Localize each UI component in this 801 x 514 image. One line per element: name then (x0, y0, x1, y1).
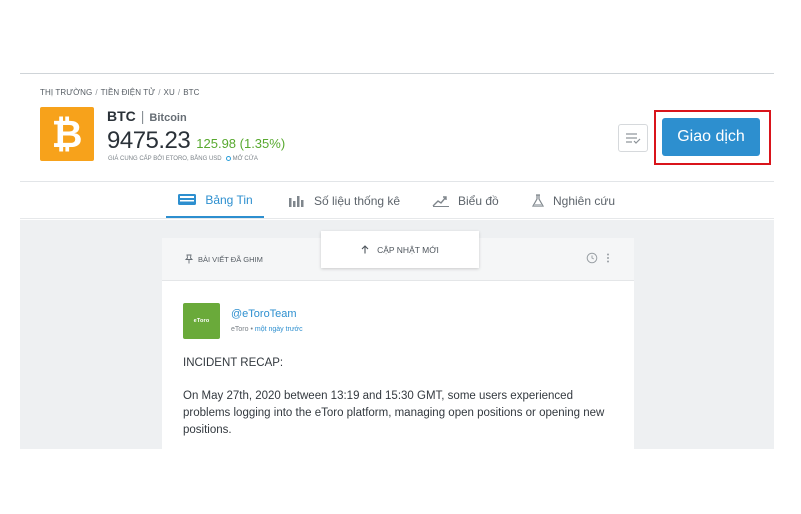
trade-button[interactable]: Giao dịch (662, 118, 760, 156)
chart-icon (432, 195, 450, 207)
breadcrumb-current: BTC (183, 88, 200, 97)
watchlist-button[interactable] (618, 124, 648, 152)
author-avatar[interactable]: eToro (183, 303, 220, 339)
post-card: eToro @eToroTeam eToro • một ngày trước … (162, 281, 634, 449)
tab-statistics[interactable]: Số liệu thống kê (288, 183, 400, 218)
arrow-up-icon (361, 245, 369, 254)
history-clock-icon[interactable] (586, 252, 598, 264)
tab-research-label: Nghiên cứu (553, 193, 616, 208)
pinned-actions (586, 252, 610, 264)
watchlist-icon (626, 133, 641, 144)
new-updates-button[interactable]: CẬP NHẬT MỚI (321, 231, 479, 268)
price-row: 9475.23 125.98 (1.35%) (107, 127, 285, 155)
tab-bar: Bảng Tin Số liệu thống kê Biểu đồ Nghiên… (20, 183, 774, 219)
post-author[interactable]: @eToroTeam (231, 308, 297, 320)
breadcrumb-crypto[interactable]: TIỀN ĐIỆN TỬ (101, 88, 156, 97)
instrument-name: Bitcoin (149, 112, 187, 124)
post-paragraph: INCIDENT RECAP: (183, 357, 284, 369)
pinned-label: BÀI VIẾT ĐÃ GHIM (184, 254, 263, 264)
breadcrumb-markets[interactable]: THỊ TRƯỜNG (40, 88, 92, 97)
price-source-note: GIÁ CUNG CẤP BỞI ETORO, BẰNG USD MỞ CỬA (108, 156, 258, 163)
market-status: MỞ CỬA (232, 156, 258, 163)
app-frame: THỊ TRƯỜNG / TIỀN ĐIỆN TỬ / XU / BTC ₿ BTC | Bit… (20, 73, 774, 449)
tab-chart-label: Biểu đồ (458, 193, 499, 208)
price-change: 125.98 (1.35%) (196, 136, 286, 151)
research-flask-icon (531, 193, 545, 208)
breadcrumb-coins[interactable]: XU (164, 88, 175, 97)
tab-statistics-label: Số liệu thống kê (314, 193, 401, 208)
post-paragraph: On May 27th, 2020 between 13:19 and 15:3… (183, 390, 605, 436)
bitcoin-logo-icon: ₿ (40, 107, 94, 161)
pin-icon (184, 254, 194, 264)
tab-research[interactable]: Nghiên cứu (531, 183, 615, 218)
instrument-symbol: BTC (107, 108, 136, 124)
tab-chart[interactable]: Biểu đồ (432, 183, 499, 218)
news-feed-icon (177, 193, 197, 206)
post-time[interactable]: một ngày trước (255, 326, 303, 333)
current-price: 9475.23 (107, 127, 191, 154)
stats-icon (288, 195, 306, 207)
tab-news-feed[interactable]: Bảng Tin (166, 183, 264, 218)
market-open-icon (225, 156, 231, 161)
instrument-title: BTC | Bitcoin (107, 108, 187, 124)
instrument-header: THỊ TRƯỜNG / TIỀN ĐIỆN TỬ / XU / BTC ₿ BTC | Bit… (20, 74, 774, 182)
tab-news-feed-label: Bảng Tin (205, 192, 253, 207)
breadcrumb: THỊ TRƯỜNG / TIỀN ĐIỆN TỬ / XU / BTC (40, 88, 200, 97)
post-source: eToro (231, 326, 249, 333)
more-options-icon[interactable] (606, 252, 610, 264)
post-meta: eToro • một ngày trước (231, 326, 303, 333)
